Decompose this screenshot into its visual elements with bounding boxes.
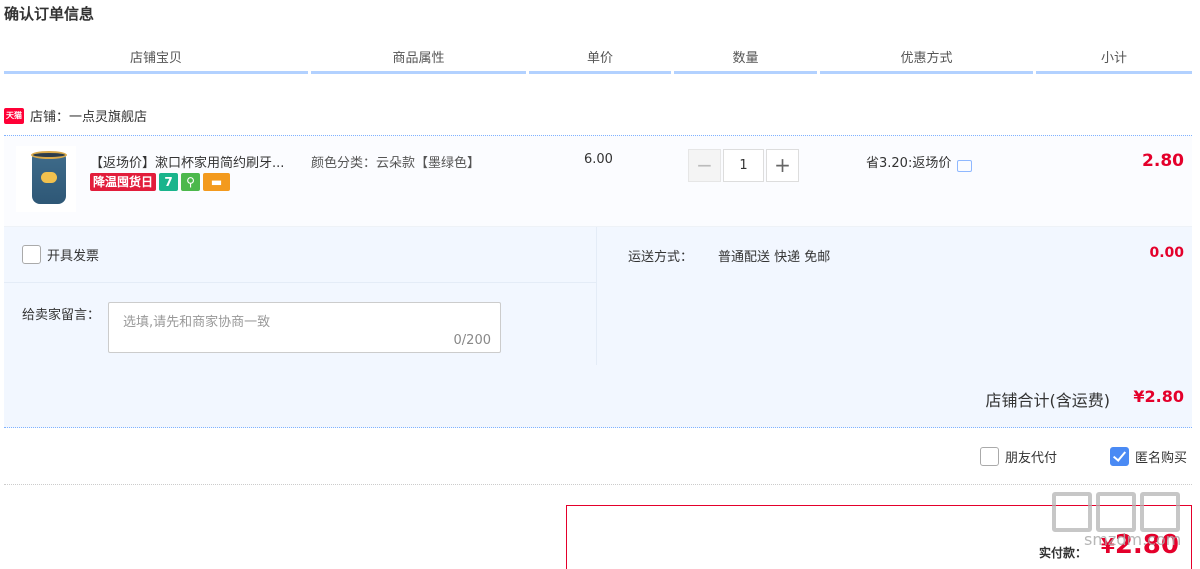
- friend-pay-checkbox[interactable]: [980, 447, 999, 466]
- column-header-attributes: 商品属性: [311, 50, 526, 74]
- payment-summary: 实付款： ¥2.80: [566, 505, 1192, 569]
- column-header-unit-price: 单价: [529, 50, 671, 74]
- seller-message-label: 给卖家留言：: [22, 308, 101, 323]
- promo-badge: 降温囤货日: [90, 173, 157, 191]
- quantity-increase-button[interactable]: +: [766, 149, 799, 182]
- actual-payment-value: 2.80: [1114, 530, 1179, 560]
- friend-pay-label: 朋友代付: [1005, 451, 1058, 466]
- anonymous-purchase-label: 匿名购买: [1135, 451, 1188, 466]
- order-item-row: 【返场价】漱口杯家用简约刷牙... 降温囤货日 7 ⚲ ▬ 颜色分类：云朵款【墨…: [4, 135, 1192, 227]
- invoice-label: 开具发票: [47, 249, 100, 264]
- invoice-option[interactable]: 开具发票: [22, 245, 99, 264]
- column-header-subtotal: 小计: [1036, 50, 1192, 74]
- message-icon[interactable]: [957, 159, 973, 172]
- seller-message-char-count: 0/200: [453, 333, 491, 348]
- product-title-link[interactable]: 【返场价】漱口杯家用简约刷牙...: [90, 152, 310, 171]
- page-title: 确认订单信息: [4, 5, 95, 23]
- column-header-quantity: 数量: [674, 50, 817, 74]
- currency-symbol: ¥: [1100, 534, 1115, 558]
- product-attribute: 颜色分类：云朵款【墨绿色】: [311, 156, 481, 171]
- discount-info: 省3.20:返场价: [866, 152, 973, 172]
- shop-total-value: ¥2.80: [1133, 387, 1184, 406]
- discount-text: 省3.20:返场价: [866, 156, 952, 171]
- column-header-shop-item: 店铺宝贝: [4, 50, 308, 74]
- column-header-discount: 优惠方式: [820, 50, 1033, 74]
- quantity-decrease-button[interactable]: −: [688, 149, 721, 182]
- product-badges: 降温囤货日 7 ⚲ ▬: [90, 173, 231, 191]
- tmall-icon: 天猫: [4, 107, 24, 124]
- friend-pay-option[interactable]: 朋友代付: [980, 447, 1057, 466]
- seller-message-placeholder: 选填,请先和商家协商一致: [123, 315, 271, 330]
- shop-name-link[interactable]: 店铺：一点灵旗舰店: [30, 106, 147, 125]
- anonymous-purchase-checkbox[interactable]: [1110, 447, 1129, 466]
- cloud-graphic: [41, 172, 57, 183]
- shop-row: 天猫 店铺：一点灵旗舰店: [4, 106, 147, 125]
- item-subtotal: 2.80: [1142, 151, 1184, 171]
- shipping-label: 运送方式：: [628, 250, 694, 265]
- quantity-stepper: − 1 +: [688, 149, 799, 182]
- order-extras: 开具发票 给卖家留言： 选填,请先和商家协商一致 0/200 运送方式： 普通配…: [4, 227, 1192, 365]
- shipping-fee: 0.00: [1149, 245, 1184, 261]
- unit-price: 6.00: [584, 152, 613, 167]
- actual-payment-amount: ¥2.80: [1101, 530, 1179, 560]
- shipping-method: 普通配送 快递 免邮: [718, 250, 831, 265]
- seller-message-input[interactable]: 选填,请先和商家协商一致 0/200: [108, 302, 501, 353]
- gift-icon: ⚲: [181, 173, 201, 191]
- payment-options-row: 朋友代付 匿名购买: [4, 429, 1192, 485]
- card-icon: ▬: [203, 173, 231, 191]
- invoice-checkbox[interactable]: [22, 245, 41, 264]
- anonymous-purchase-option[interactable]: 匿名购买: [1110, 447, 1187, 466]
- seven-day-return-badge: 7: [159, 173, 179, 191]
- shop-total-row: 店铺合计(含运费) ¥2.80: [4, 365, 1192, 428]
- cup-rim-graphic: [31, 151, 67, 159]
- product-image[interactable]: [16, 146, 76, 212]
- order-extras-left: 开具发票 给卖家留言： 选填,请先和商家协商一致 0/200: [4, 227, 597, 365]
- actual-payment-label: 实付款：: [1038, 546, 1087, 560]
- quantity-input[interactable]: 1: [723, 149, 764, 182]
- shop-total-label: 店铺合计(含运费): [985, 391, 1111, 410]
